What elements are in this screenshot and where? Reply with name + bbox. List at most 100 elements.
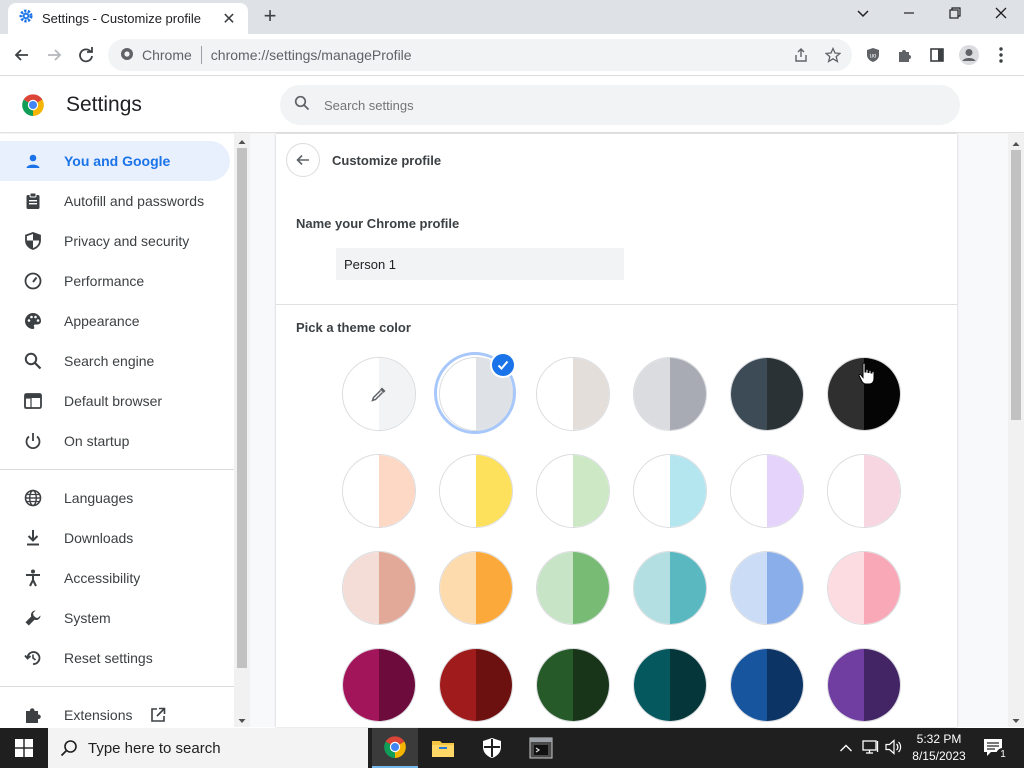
profile-name-input[interactable]	[336, 248, 624, 280]
theme-color-swatch-pink-light[interactable]	[824, 451, 904, 531]
more-menu-icon[interactable]	[990, 44, 1012, 66]
tab-search-button[interactable]	[843, 4, 883, 28]
puzzle-icon	[22, 704, 44, 726]
browser-toolbar: Chrome chrome://settings/manageProfile u…	[0, 34, 1024, 76]
sidebar-scrollbar-thumb[interactable]	[237, 148, 247, 668]
swatch-right-half	[864, 649, 900, 721]
url-path: settings/manageProfile	[269, 47, 412, 63]
theme-color-swatch-magenta[interactable]	[339, 645, 419, 725]
scroll-up-arrow-icon[interactable]	[237, 134, 247, 152]
sidebar-item-reset-settings[interactable]: Reset settings	[0, 638, 230, 678]
theme-color-swatch-pink[interactable]	[824, 548, 904, 628]
ublock-shield-icon[interactable]: uo	[862, 44, 884, 66]
theme-color-swatch-lavender-light[interactable]	[727, 451, 807, 531]
theme-color-swatch-dark-teal[interactable]	[630, 645, 710, 725]
taskbar-security-app[interactable]	[469, 728, 515, 768]
sidebar-item-you-and-google[interactable]: You and Google	[0, 141, 230, 181]
sidebar-item-label: Privacy and security	[64, 233, 190, 249]
theme-color-swatch-rose[interactable]	[339, 548, 419, 628]
swatch-left-half	[634, 649, 670, 721]
swatch-circle	[633, 648, 707, 722]
sidebar-item-label: You and Google	[64, 153, 171, 169]
swatch-right-half	[670, 455, 706, 527]
sidebar-item-label: Reset settings	[64, 650, 153, 666]
page-heading: Customize profile	[332, 153, 442, 168]
sidebar-item-performance[interactable]: Performance	[0, 261, 230, 301]
theme-color-swatch-blue[interactable]	[727, 548, 807, 628]
theme-color-swatch-custom[interactable]	[339, 354, 419, 434]
forward-arrow-icon[interactable]	[40, 41, 68, 69]
theme-color-swatch-red[interactable]	[436, 645, 516, 725]
address-bar[interactable]: Chrome chrome://settings/manageProfile	[108, 39, 852, 71]
sidebar-item-default-browser[interactable]: Default browser	[0, 381, 230, 421]
scroll-up-arrow-icon[interactable]	[1011, 136, 1021, 154]
theme-color-swatch-warm-grey[interactable]	[533, 354, 613, 434]
taskbar-terminal-app[interactable]	[518, 728, 564, 768]
volume-icon[interactable]	[885, 739, 903, 760]
theme-color-swatch-cool-grey[interactable]	[630, 354, 710, 434]
sidebar-item-search-engine[interactable]: Search engine	[0, 341, 230, 381]
search-settings-box[interactable]	[280, 85, 960, 125]
extensions-puzzle-icon[interactable]	[894, 44, 916, 66]
tab-title: Settings - Customize profile	[42, 11, 201, 26]
taskbar-file-explorer[interactable]	[420, 728, 466, 768]
theme-color-swatch-default[interactable]	[434, 352, 516, 434]
theme-color-swatch-navy[interactable]	[727, 645, 807, 725]
swatch-circle	[536, 454, 610, 528]
back-arrow-icon[interactable]	[8, 41, 36, 69]
accessibility-icon	[22, 567, 44, 589]
sidebar-item-extensions[interactable]: Extensions	[0, 695, 230, 727]
theme-color-swatch-teal[interactable]	[630, 548, 710, 628]
side-panel-icon[interactable]	[926, 44, 948, 66]
theme-color-swatch-forest[interactable]	[533, 645, 613, 725]
reload-icon[interactable]	[72, 41, 100, 69]
profile-avatar-icon[interactable]	[958, 44, 980, 66]
main-scrollbar[interactable]	[1008, 134, 1024, 727]
theme-color-swatch-yellow-light[interactable]	[436, 451, 516, 531]
sidebar-item-languages[interactable]: Languages	[0, 478, 230, 518]
settings-header: Settings	[0, 77, 1024, 133]
main-scrollbar-thumb[interactable]	[1011, 150, 1021, 420]
theme-color-swatch-green[interactable]	[533, 548, 613, 628]
sidebar-item-label: Languages	[64, 490, 134, 506]
swatch-left-half	[440, 649, 476, 721]
sidebar-item-on-startup[interactable]: On startup	[0, 421, 230, 461]
taskbar-search-box[interactable]: Type here to search	[48, 728, 368, 768]
bookmark-star-icon[interactable]	[822, 44, 844, 66]
sidebar-item-label: On startup	[64, 433, 130, 449]
sidebar-item-accessibility[interactable]: Accessibility	[0, 558, 230, 598]
theme-color-swatch-purple[interactable]	[824, 645, 904, 725]
new-tab-button[interactable]: +	[258, 5, 282, 29]
swatch-left-half	[731, 552, 767, 624]
sidebar-item-privacy[interactable]: Privacy and security	[0, 221, 230, 261]
sidebar-item-label: Autofill and passwords	[64, 193, 205, 209]
taskbar-chrome-app[interactable]	[372, 728, 418, 768]
minimize-button[interactable]	[889, 4, 929, 28]
windows-start-icon[interactable]	[15, 739, 33, 762]
tab-close-icon[interactable]: ✕	[220, 9, 238, 29]
globe-icon	[22, 487, 44, 509]
tray-chevron-up-icon[interactable]	[839, 741, 853, 759]
theme-color-swatch-green-light[interactable]	[533, 451, 613, 531]
close-window-button[interactable]	[981, 4, 1021, 28]
theme-color-label: Pick a theme color	[296, 320, 411, 335]
back-button[interactable]	[286, 143, 320, 177]
search-input[interactable]	[324, 97, 884, 113]
theme-color-swatch-cyan-light[interactable]	[630, 451, 710, 531]
share-icon[interactable]	[790, 44, 812, 66]
theme-color-swatch-slate[interactable]	[727, 354, 807, 434]
sidebar-item-system[interactable]: System	[0, 598, 230, 638]
network-icon[interactable]	[862, 739, 880, 760]
clock-time: 5:32 PM	[916, 732, 962, 746]
theme-color-swatch-peach-light[interactable]	[339, 451, 419, 531]
sidebar-item-autofill[interactable]: Autofill and passwords	[0, 181, 230, 221]
sidebar-item-appearance[interactable]: Appearance	[0, 301, 230, 341]
sidebar-item-downloads[interactable]: Downloads	[0, 518, 230, 558]
swatch-left-half	[634, 552, 670, 624]
url-scheme: chrome://	[210, 47, 270, 63]
sidebar-scrollbar[interactable]	[234, 134, 250, 727]
restore-button[interactable]	[935, 4, 975, 28]
system-clock[interactable]: 5:32 PM 8/15/2023	[906, 731, 972, 765]
theme-color-swatch-orange[interactable]	[436, 548, 516, 628]
tab-settings[interactable]: Settings - Customize profile ✕	[8, 3, 248, 34]
